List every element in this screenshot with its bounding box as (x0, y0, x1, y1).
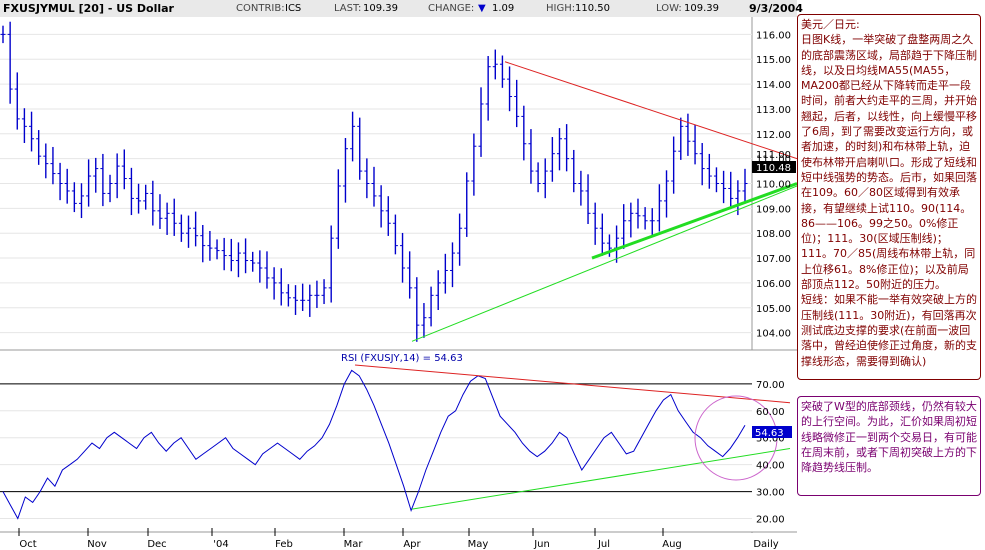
price-tick-label: 106.00 (756, 279, 791, 290)
chart-area: 104.00 105.00 106.00 107.00 108.00 109.00 110.… (0, 17, 797, 550)
last-price-label: 110.48 (756, 163, 791, 174)
last-value: 109.39 (363, 3, 398, 14)
high-value: 110.50 (575, 3, 610, 14)
note-paragraph: 美元／日元: (801, 18, 860, 31)
extra-price-label: 111.00 (756, 150, 791, 161)
high-label: HIGH: (546, 3, 576, 14)
price-tick-label: 116.00 (756, 30, 791, 41)
x-tick-label: Nov (87, 539, 107, 550)
rsi-panel: RSI (FXUSJY,14) = 54.63 20.00 30.00 40.00 5… (0, 349, 797, 532)
rsi-panel-bg (0, 350, 797, 532)
rsi-tick-label: 20.00 (756, 515, 785, 526)
price-tick-label: 104.00 (756, 329, 791, 340)
contrib-label: CONTRIB: (236, 3, 285, 14)
price-tick-label: 105.00 (756, 304, 791, 315)
x-tick-label: Aug (662, 539, 682, 550)
low-value: 109.39 (684, 3, 719, 14)
price-tick-label: 114.00 (756, 80, 791, 91)
rsi-last-label: 54.63 (755, 428, 784, 439)
contrib-value: ICS (285, 3, 302, 14)
rsi-title: RSI (FXUSJY,14) = 54.63 (341, 353, 463, 364)
price-tick-label: 115.00 (756, 55, 791, 66)
price-tick-label: 110.00 (756, 180, 791, 191)
chart-header: FXUSJYMUL [20] - US Dollar CONTRIB: ICS … (0, 0, 803, 18)
change-label: CHANGE: (428, 3, 475, 14)
x-tick-label: May (468, 539, 489, 550)
price-tick-label: 112.00 (756, 130, 791, 141)
change-down-icon: ▼ (478, 3, 486, 14)
x-tick-label: Apr (403, 539, 421, 550)
last-label: LAST: (334, 3, 362, 14)
analysis-note: 美元／日元: 日图K线，一举突破了盘整两周之久的底部震荡区域，局部趋于下降压制线… (797, 14, 981, 380)
change-value: 1.09 (492, 3, 515, 14)
rsi-tick-label: 30.00 (756, 488, 785, 499)
price-tick-label: 107.00 (756, 254, 791, 265)
price-tick-label: 113.00 (756, 105, 791, 116)
chart-date: 9/3/2004 (749, 2, 803, 15)
x-tick-label: Mar (344, 539, 364, 550)
rsi-tick-label: 70.00 (756, 380, 785, 391)
rsi-tick-label: 40.00 (756, 461, 785, 472)
x-tick-label: Dec (147, 539, 166, 550)
price-tick-label: 109.00 (756, 204, 791, 215)
x-tick-label: Daily (753, 539, 778, 550)
x-tick-label: Oct (19, 539, 36, 550)
x-tick-label: Feb (275, 539, 293, 550)
rsi-tick-label: 60.00 (756, 407, 785, 418)
price-tick-label: 108.00 (756, 229, 791, 240)
note-paragraph: 突破了W型的底部颈线，仍然有较大的上行空间。为此，汇价如果周初短线略微修正一到两… (801, 400, 977, 475)
x-tick-label: Jul (597, 539, 610, 550)
low-label: LOW: (656, 3, 682, 14)
note-paragraph: 日图K线，一举突破了盘整两周之久的底部震荡区域，局部趋于下降压制线，以及日均线M… (801, 33, 977, 292)
x-tick-label: Jun (533, 539, 550, 550)
symbol-title: FXUSJYMUL [20] - US Dollar (3, 2, 174, 15)
pattern-note: 突破了W型的底部颈线，仍然有较大的上行空间。为此，汇价如果周初短线略微修正一到两… (797, 396, 981, 496)
note-paragraph: 短线：如果不能一举有效突破上方的压制线(111。30附近)，有回落再次测试底边支… (801, 293, 977, 368)
x-tick-label: '04 (213, 539, 228, 550)
